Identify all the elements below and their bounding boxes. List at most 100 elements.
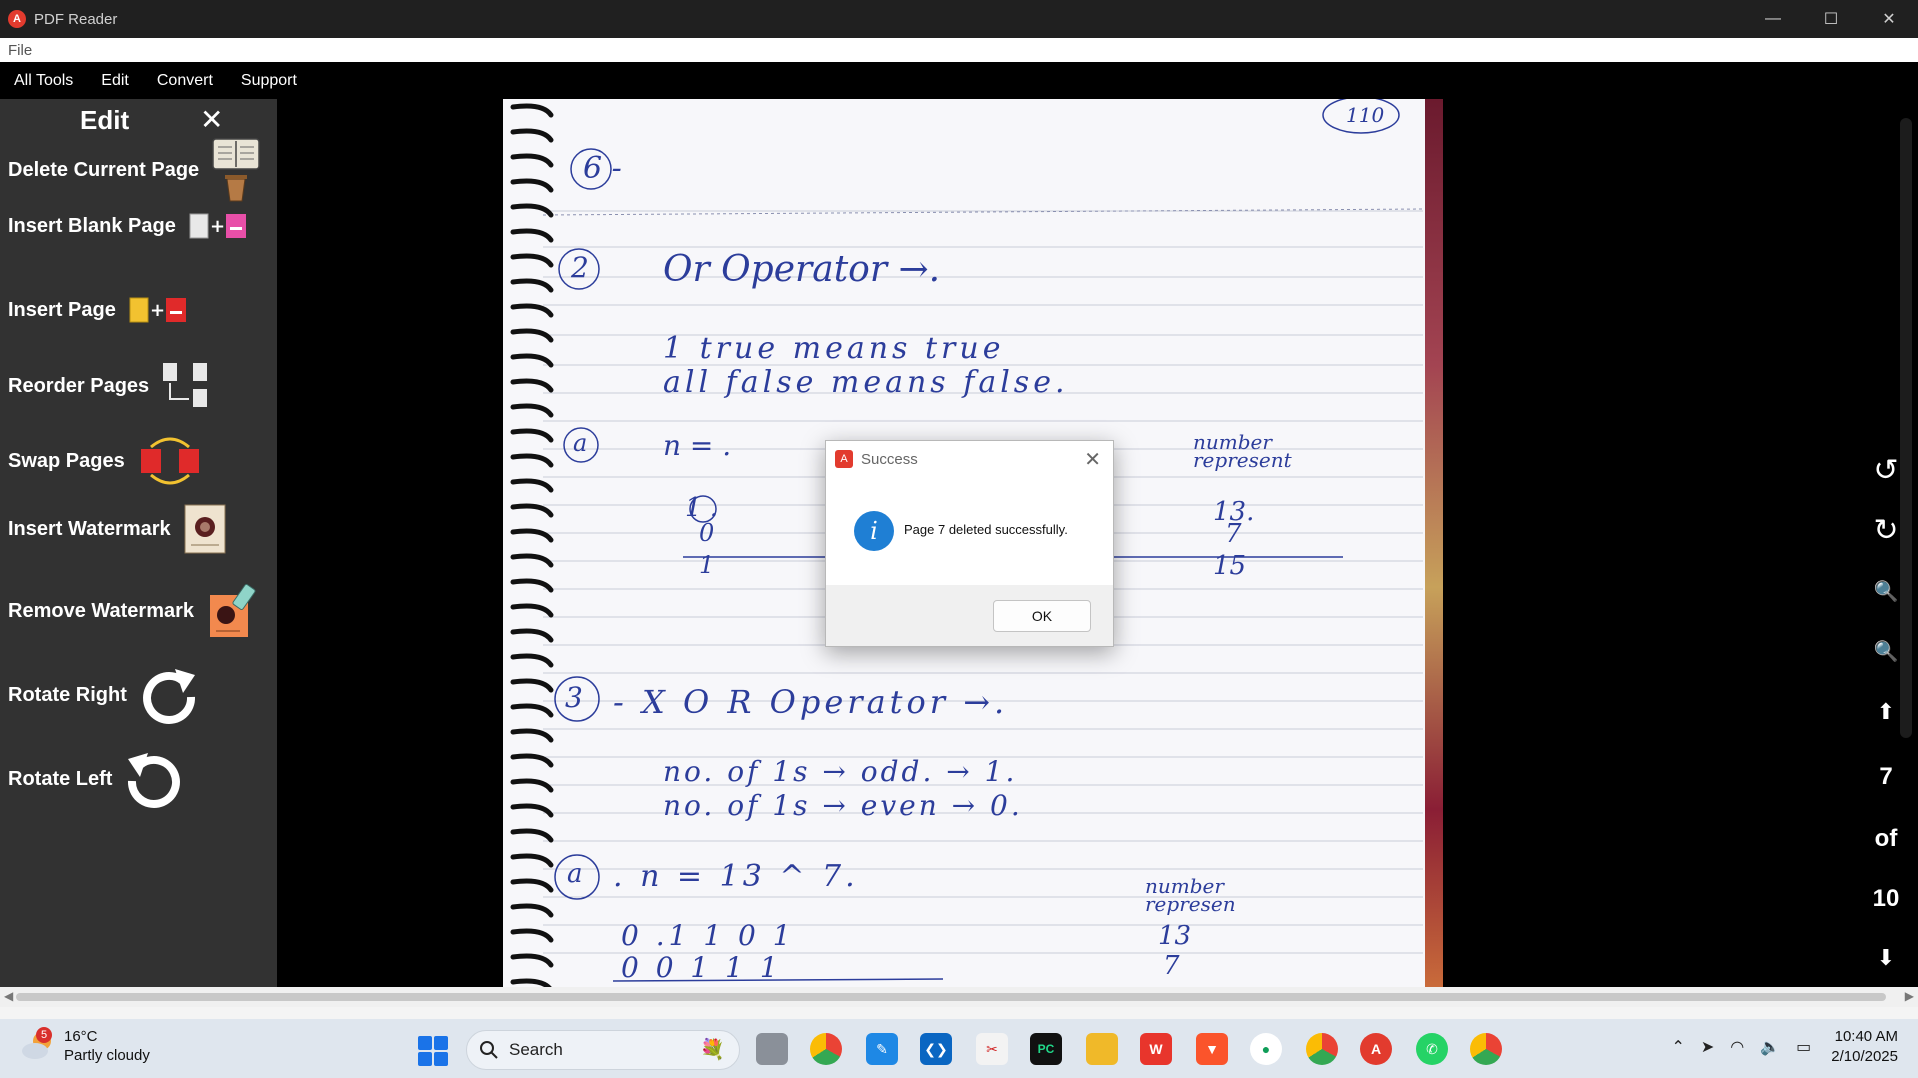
tool-label: Swap Pages: [8, 449, 125, 472]
close-icon[interactable]: ✕: [200, 105, 223, 135]
pdf-reader-taskbar-icon[interactable]: A: [1360, 1033, 1392, 1065]
dialog-message: Page 7 deleted successfully.: [904, 522, 1068, 537]
whatsapp-icon[interactable]: ✆: [1416, 1033, 1448, 1065]
scrollbar-thumb[interactable]: [16, 993, 1886, 1001]
menu-file[interactable]: File: [8, 42, 32, 59]
handwritten-line: 7: [1163, 951, 1180, 981]
insert-page-button[interactable]: Insert Page +: [8, 295, 190, 325]
handwritten-line: 2: [571, 251, 589, 284]
app-leaf-icon[interactable]: ●: [1250, 1033, 1282, 1065]
handwritten-line: n = .: [663, 429, 732, 462]
minimize-button[interactable]: —: [1744, 0, 1802, 38]
reorder-pages-button[interactable]: Reorder Pages: [8, 361, 213, 411]
rotate-right-button[interactable]: Rotate Right: [8, 665, 199, 725]
brave-browser-icon[interactable]: ▼: [1196, 1033, 1228, 1065]
page-down-icon[interactable]: ⬇: [1854, 945, 1918, 971]
insert-watermark-icon: [183, 503, 227, 555]
handwritten-line: 0 0 1 1 1: [621, 951, 782, 984]
delete-current-page-button[interactable]: Delete Current Page: [8, 135, 261, 205]
flowers-icon: 💐: [700, 1039, 725, 1061]
app-logo-icon: A: [835, 450, 853, 468]
dialog-close-icon[interactable]: ✕: [1084, 447, 1101, 472]
insert-blank-page-button[interactable]: Insert Blank Page +: [8, 211, 250, 241]
handwritten-line: . n = 13 ^ 7.: [613, 859, 859, 894]
handwritten-line: no. of 1s → odd. → 1.: [663, 755, 1018, 788]
success-dialog: A Success ✕ i Page 7 deleted successfull…: [825, 440, 1114, 647]
chrome-icon[interactable]: [810, 1033, 842, 1065]
insert-watermark-button[interactable]: Insert Watermark: [8, 503, 227, 555]
close-window-button[interactable]: ✕: [1860, 0, 1918, 38]
handwritten-line: number represent: [1193, 430, 1292, 472]
reorder-pages-icon: [161, 361, 213, 411]
volume-icon[interactable]: 🔈: [1760, 1037, 1780, 1057]
svg-text:+: +: [150, 300, 165, 321]
clock-date: 2/10/2025: [1831, 1048, 1898, 1065]
handwritten-line: 3: [565, 681, 583, 714]
clock-time: 10:40 AM: [1834, 1028, 1898, 1045]
insert-blank-page-icon: +: [188, 211, 250, 241]
chrome-profile-icon[interactable]: [1306, 1033, 1338, 1065]
swap-pages-button[interactable]: Swap Pages: [8, 433, 203, 489]
menu-edit[interactable]: Edit: [93, 72, 143, 90]
wifi-icon[interactable]: ◠: [1730, 1037, 1744, 1057]
main-menu-bar: All Tools Edit Convert Support: [0, 62, 1918, 99]
title-bar: A PDF Reader — ☐ ✕: [0, 0, 1918, 38]
tool-label: Insert Watermark: [8, 517, 171, 540]
weather-badge: 5: [36, 1027, 52, 1043]
handwritten-line: all false means false.: [663, 365, 1069, 400]
tool-label: Delete Current Page: [8, 158, 200, 181]
handwritten-line: 0: [699, 519, 715, 547]
page-corner-number: 110: [1346, 103, 1385, 127]
maximize-button[interactable]: ☐: [1802, 0, 1860, 38]
edit-panel: Edit ✕ Delete Current Page Insert Blank …: [0, 99, 277, 987]
horizontal-scrollbar[interactable]: ◀ ▶: [0, 987, 1918, 1007]
weather-condition: Partly cloudy: [64, 1047, 150, 1064]
battery-icon[interactable]: ▭: [1796, 1037, 1811, 1057]
menu-all-tools[interactable]: All Tools: [6, 72, 87, 90]
weather-widget[interactable]: 5 16°C Partly cloudy: [20, 1027, 150, 1065]
rotate-right-icon: [139, 665, 199, 725]
dialog-footer: OK: [826, 585, 1113, 647]
handwritten-line: 7: [1225, 519, 1242, 549]
search-icon: [480, 1041, 498, 1059]
snipping-tool-icon[interactable]: ✂: [976, 1033, 1008, 1065]
wps-office-icon[interactable]: W: [1140, 1033, 1172, 1065]
tool-label: Rotate Left: [8, 767, 113, 790]
handwritten-line: number represen: [1145, 874, 1236, 916]
start-button[interactable]: [418, 1036, 448, 1066]
scroll-right-arrow-icon[interactable]: ▶: [1905, 989, 1914, 1003]
file-explorer-icon[interactable]: [1086, 1033, 1118, 1065]
remove-watermark-button[interactable]: Remove Watermark: [8, 583, 260, 639]
notes-app-icon[interactable]: ✎: [866, 1033, 898, 1065]
window-title: PDF Reader: [34, 10, 118, 28]
handwritten-line: 6 -: [583, 151, 622, 186]
search-label: Search: [509, 1040, 563, 1059]
tool-label: Insert Blank Page: [8, 214, 176, 237]
edit-panel-title: Edit: [80, 105, 130, 135]
handwritten-line: 13: [1158, 921, 1192, 951]
info-icon: i: [854, 511, 894, 551]
handwritten-line: 0 .1 1 0 1: [621, 919, 795, 952]
task-view-icon[interactable]: [756, 1033, 788, 1065]
pycharm-icon[interactable]: PC: [1030, 1033, 1062, 1065]
vscode-icon[interactable]: ❮❯: [920, 1033, 952, 1065]
app-logo-icon: A: [8, 10, 26, 28]
rotate-left-button[interactable]: Rotate Left: [8, 749, 184, 809]
remove-watermark-icon: [206, 583, 260, 639]
chrome-profile-2-icon[interactable]: [1470, 1033, 1502, 1065]
clock[interactable]: 10:40 AM 2/10/2025: [1831, 1027, 1898, 1067]
chevron-up-icon[interactable]: ⌃: [1671, 1037, 1684, 1057]
weather-cloud-icon: 5: [20, 1027, 54, 1063]
window-controls: — ☐ ✕: [1744, 0, 1918, 38]
taskbar-search[interactable]: Search 💐: [466, 1030, 740, 1070]
menu-convert[interactable]: Convert: [149, 72, 227, 90]
svg-text:+: +: [210, 216, 225, 237]
vertical-scrollbar[interactable]: [1900, 118, 1912, 738]
menu-support[interactable]: Support: [233, 72, 311, 90]
swap-pages-icon: [137, 433, 203, 489]
ok-button[interactable]: OK: [993, 600, 1091, 632]
scroll-left-arrow-icon[interactable]: ◀: [4, 989, 13, 1003]
location-icon[interactable]: ➤: [1701, 1037, 1714, 1057]
file-menu-bar: File: [0, 38, 1918, 62]
current-page-number: 7: [1879, 763, 1893, 790]
